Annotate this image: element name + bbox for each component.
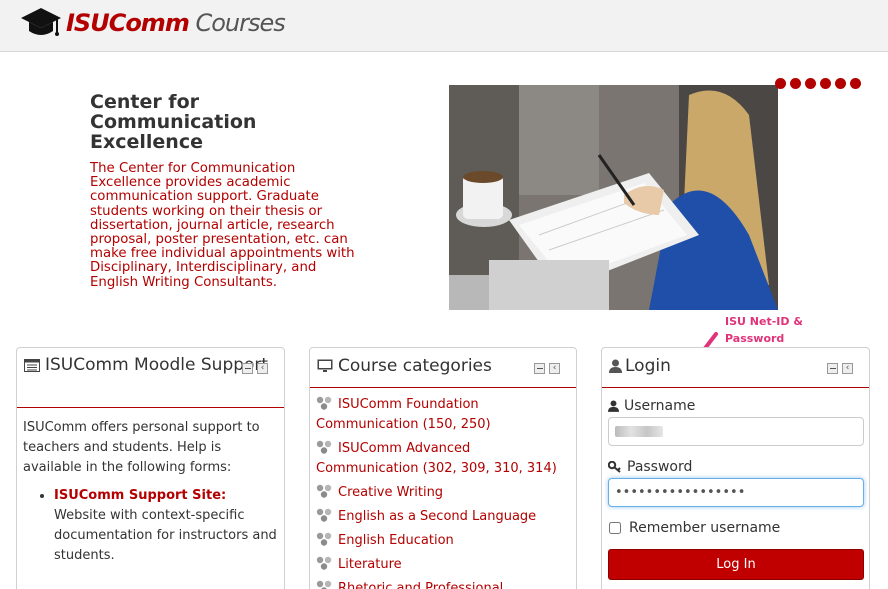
user-icon [609,359,622,373]
slide-dot[interactable] [775,78,786,89]
remember-checkbox[interactable] [609,522,621,534]
category-item[interactable]: ISUComm Advanced Communication (302, 309… [316,439,576,479]
hide-block-icon[interactable] [534,363,545,374]
category-icon [316,556,332,570]
block-controls [534,363,560,374]
login-button[interactable]: Log In [608,549,864,580]
username-label: Username [608,397,863,415]
hero-description: The Center for Communication Excellence … [90,161,355,290]
top-navbar: ISUComm Courses [0,0,888,52]
block-controls [827,363,853,374]
remember-username[interactable]: Remember username [608,520,863,536]
category-icon [316,508,332,522]
category-icon [316,396,332,410]
block-intro: ISUComm offers personal support to teach… [23,420,260,475]
password-field[interactable] [608,478,864,507]
annotation-line: Password [725,332,785,345]
hide-block-icon[interactable] [827,363,838,374]
annotation-line: ISU Net-ID & [725,315,803,328]
category-item[interactable]: English as a Second Language [316,507,576,527]
password-label: Password [608,458,863,476]
monitor-icon [317,359,333,372]
slide-dot[interactable] [850,78,861,89]
site-name: ISUComm Courses [66,9,286,37]
category-icon [316,484,332,498]
category-icon [316,440,332,454]
support-site-link[interactable]: ISUComm Support Site: [54,488,226,503]
category-item[interactable]: ISUComm Foundation Communication (150, 2… [316,395,576,435]
block-header: Login [602,348,869,388]
graduation-cap-icon [21,8,61,36]
hero-photo [449,85,778,310]
block-header: ISUComm Moodle Support [17,348,284,408]
user-icon [608,400,619,412]
login-form: Username Password Remember username Log … [602,388,869,580]
course-categories-block: Course categories ISUComm Foundation Com… [309,347,577,589]
slide-dot[interactable] [835,78,846,89]
category-item[interactable]: Literature [316,555,576,575]
category-list: ISUComm Foundation Communication (150, 2… [310,388,576,589]
site-logo[interactable]: ISUComm Courses [20,6,286,40]
support-site-description: Website with context-specific documentat… [54,508,277,563]
redacted-username [615,426,663,437]
category-item[interactable]: Creative Writing [316,483,576,503]
dock-block-icon[interactable] [549,363,560,374]
dock-block-icon[interactable] [842,363,853,374]
block-header: Course categories [310,348,576,388]
list-item: ISUComm Support Site: Website with conte… [54,486,278,566]
support-list: ISUComm Support Site: Website with conte… [23,486,278,566]
slide-dot[interactable] [790,78,801,89]
login-block: Login Username Password Remember usernam… [601,347,870,589]
block-controls [242,363,268,374]
category-item[interactable]: Rhetoric and Professional [316,579,576,589]
category-item[interactable]: English Education [316,531,576,551]
slideshow-pagination [775,78,861,89]
hero-title: Center for Communication Excellence [90,91,257,153]
category-icon [316,580,332,589]
slide-dot[interactable] [805,78,816,89]
username-field[interactable] [608,417,864,446]
category-icon [316,532,332,546]
dock-block-icon[interactable] [257,363,268,374]
key-icon [608,461,621,473]
block-content: ISUComm offers personal support to teach… [17,408,284,566]
moodle-support-block: ISUComm Moodle Support ISUComm offers pe… [16,347,285,589]
slide-dot[interactable] [820,78,831,89]
login-annotation: ISU Net-ID & Password [725,313,803,347]
hide-block-icon[interactable] [242,363,253,374]
list-icon [24,359,40,372]
